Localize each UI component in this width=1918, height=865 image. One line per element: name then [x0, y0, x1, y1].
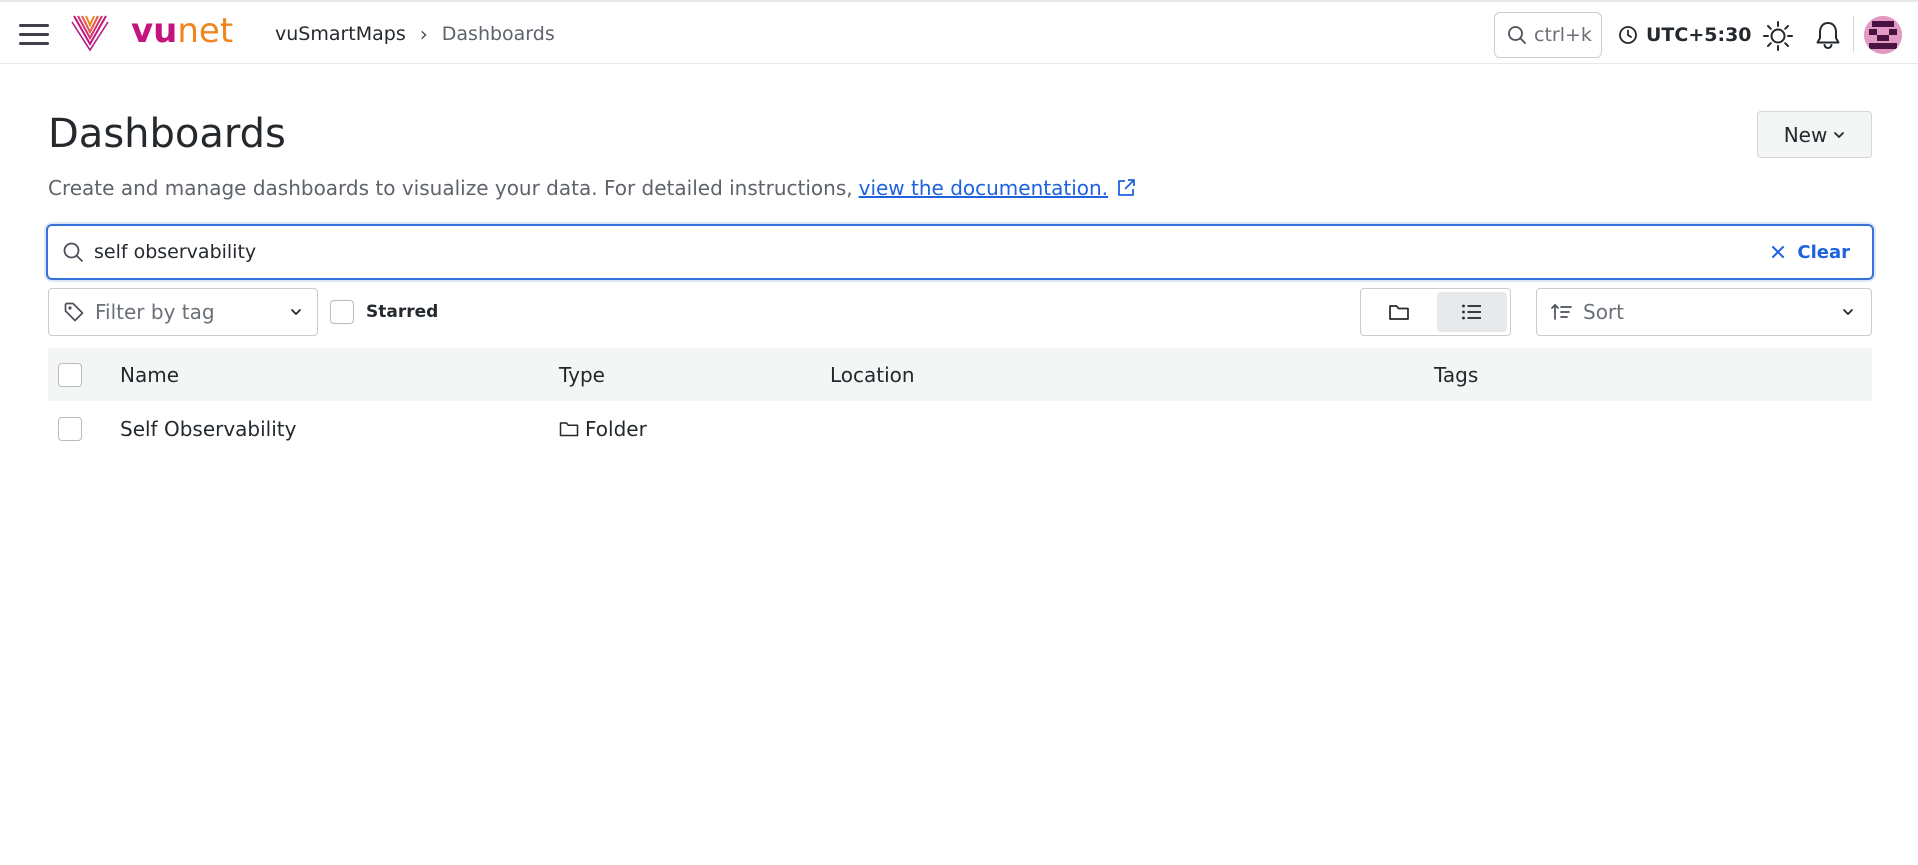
dashboard-search-field: Clear	[46, 224, 1874, 280]
list-view-button[interactable]	[1436, 292, 1507, 332]
page-description-text: Create and manage dashboards to visualiz…	[48, 176, 853, 200]
timezone-picker[interactable]: UTC+5:30	[1618, 21, 1752, 49]
global-search-button[interactable]: ctrl+k	[1494, 12, 1602, 58]
dashboard-table: Name Type Location Tags Self Observabili…	[48, 348, 1872, 457]
starred-checkbox[interactable]	[330, 300, 354, 324]
breadcrumb-current: Dashboards	[441, 23, 555, 45]
page-title: Dashboards	[48, 111, 286, 157]
tag-icon	[64, 302, 84, 322]
list-icon	[1461, 304, 1481, 320]
documentation-link[interactable]: view the documentation.	[859, 174, 1108, 202]
column-header-tags: Tags	[1434, 362, 1479, 387]
notifications-bell-icon[interactable]	[1813, 19, 1843, 51]
row-type-label: Folder	[585, 417, 647, 441]
search-icon	[62, 241, 84, 263]
breadcrumb-separator-icon: ›	[419, 22, 428, 46]
vunet-logo-text: vunet	[131, 11, 234, 51]
row-type-cell: Folder	[559, 401, 647, 457]
chevron-down-icon	[291, 309, 301, 315]
chevron-down-icon	[1843, 309, 1853, 315]
starred-label: Starred	[366, 302, 439, 322]
folder-view-button[interactable]	[1364, 292, 1435, 332]
top-navigation-bar: vunet vuSmartMaps › Dashboards ctrl+k UT…	[0, 0, 1918, 64]
view-mode-toggle	[1360, 288, 1511, 336]
clear-search-label: Clear	[1797, 241, 1850, 263]
folder-icon	[559, 422, 579, 437]
new-button-label: New	[1783, 122, 1828, 147]
row-name-link[interactable]: Self Observability	[120, 401, 296, 457]
breadcrumb: vuSmartMaps › Dashboards	[275, 21, 555, 47]
breadcrumb-home-link[interactable]: vuSmartMaps	[275, 21, 406, 47]
table-row[interactable]: Self Observability Folder	[48, 401, 1872, 457]
sort-placeholder: Sort	[1583, 300, 1624, 324]
select-all-checkbox[interactable]	[58, 362, 82, 387]
column-header-type: Type	[559, 362, 605, 387]
user-avatar[interactable]	[1864, 16, 1902, 54]
sort-select[interactable]: Sort	[1536, 288, 1872, 336]
vunet-logo-mark	[71, 15, 109, 52]
folder-icon	[1389, 305, 1410, 320]
table-header-row: Name Type Location Tags	[48, 348, 1872, 401]
search-shortcut-hint: ctrl+k	[1534, 24, 1592, 46]
clear-search-button[interactable]: Clear	[1771, 242, 1850, 263]
column-header-name: Name	[120, 362, 180, 387]
clock-icon	[1619, 26, 1637, 44]
new-dashboard-button[interactable]: New	[1757, 111, 1872, 158]
tag-filter-select[interactable]: Filter by tag	[48, 288, 318, 336]
close-icon	[1772, 246, 1785, 258]
avatar-pattern-icon	[1864, 16, 1902, 54]
search-icon	[1508, 26, 1526, 44]
column-header-location: Location	[830, 362, 915, 387]
chevron-down-icon	[1834, 131, 1845, 138]
topbar-divider	[1853, 16, 1854, 52]
search-input[interactable]	[94, 241, 1772, 263]
tag-filter-placeholder: Filter by tag	[95, 300, 215, 324]
starred-filter[interactable]: Starred	[330, 300, 438, 324]
page-description: Create and manage dashboards to visualiz…	[48, 174, 1136, 202]
select-all-cell	[58, 348, 82, 401]
external-link-icon[interactable]	[1116, 178, 1136, 198]
timezone-label: UTC+5:30	[1646, 24, 1752, 46]
theme-toggle-sun-icon[interactable]	[1762, 20, 1794, 52]
sort-icon	[1551, 303, 1572, 320]
row-select-cell	[58, 401, 82, 457]
menu-icon[interactable]	[16, 20, 52, 48]
row-checkbox[interactable]	[58, 417, 82, 441]
